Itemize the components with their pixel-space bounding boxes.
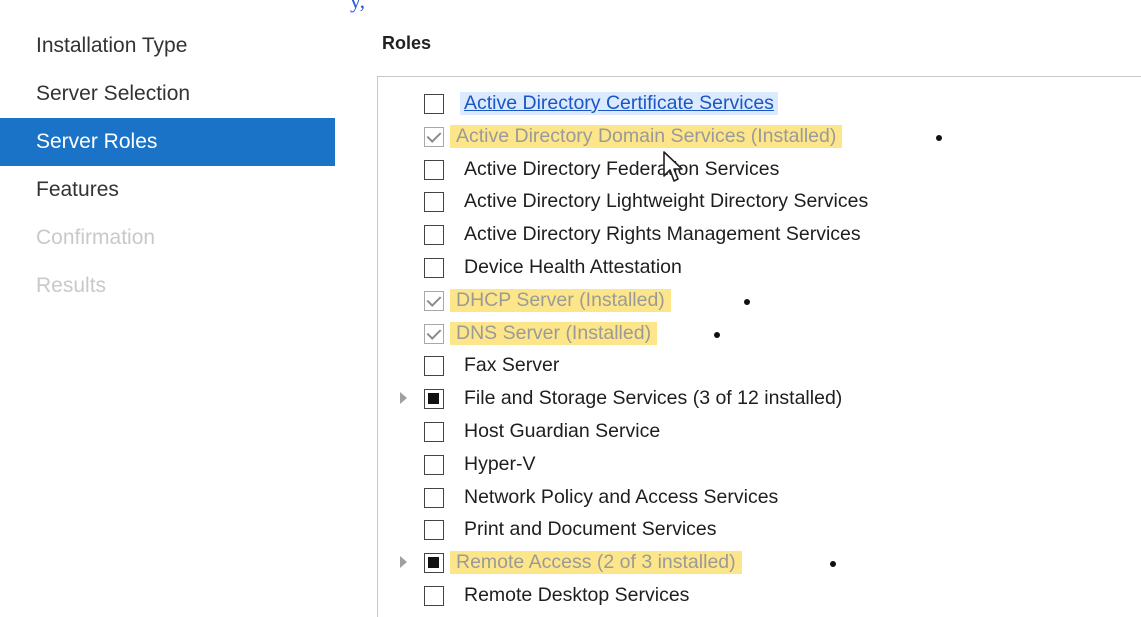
nav-item-results: Results xyxy=(36,274,107,297)
role-checkbox[interactable] xyxy=(424,258,444,278)
role-checkbox[interactable] xyxy=(424,520,444,541)
role-label: DNS Server (Installed) xyxy=(450,321,658,345)
nav-item-features[interactable]: Features xyxy=(0,166,335,214)
roles-list[interactable]: Active Directory Certificate Services Act… xyxy=(377,76,1141,617)
role-checkbox[interactable] xyxy=(424,126,444,147)
role-label: Active Directory Federation Services xyxy=(464,157,780,180)
role-row[interactable]: Network Policy and Access Services xyxy=(378,483,1138,513)
expand-arrow-icon[interactable] xyxy=(400,392,407,405)
role-label: Hyper-V xyxy=(464,452,536,475)
role-row[interactable]: Host Guardian Service xyxy=(378,417,1138,447)
role-checkbox[interactable] xyxy=(424,225,444,246)
annotation-dot xyxy=(714,331,720,338)
annotation-dot xyxy=(830,561,836,568)
wizard-nav: Installation Type Server Selection Serve… xyxy=(0,22,335,310)
role-row[interactable]: Active Directory Federation Services xyxy=(378,155,1138,185)
role-checkbox[interactable] xyxy=(424,454,444,475)
role-checkbox[interactable] xyxy=(424,389,444,410)
role-row[interactable]: Active Directory Rights Management Servi… xyxy=(378,220,1138,250)
role-row[interactable]: Fax Server xyxy=(378,351,1138,381)
role-label: Print and Document Services xyxy=(464,518,717,541)
annotation-dot xyxy=(744,298,750,305)
role-row[interactable]: Active Directory Lightweight Directory S… xyxy=(378,187,1138,217)
role-label: Network Policy and Access Services xyxy=(464,485,779,508)
role-label: Remote Desktop Services xyxy=(464,584,690,606)
role-checkbox[interactable] xyxy=(424,159,444,180)
role-label: Active Directory Lightweight Directory S… xyxy=(464,190,869,213)
role-label: DHCP Server (Installed) xyxy=(450,288,671,312)
role-checkbox[interactable] xyxy=(424,192,444,213)
nav-item-server-roles[interactable]: Server Roles xyxy=(0,118,335,166)
role-checkbox[interactable] xyxy=(424,586,444,606)
top-title-fragment: y, xyxy=(350,0,366,13)
role-checkbox[interactable] xyxy=(424,422,444,442)
role-row[interactable]: Active Directory Domain Services (Instal… xyxy=(378,122,1138,152)
role-label: Remote Access (2 of 3 installed) xyxy=(450,551,742,575)
role-row[interactable]: DNS Server (Installed) xyxy=(378,319,1138,349)
role-checkbox[interactable] xyxy=(424,356,444,377)
role-row[interactable]: Remote Desktop Services xyxy=(378,581,1138,611)
role-row[interactable]: File and Storage Services (3 of 12 insta… xyxy=(378,384,1138,414)
role-checkbox[interactable] xyxy=(424,323,444,344)
role-row[interactable]: DHCP Server (Installed) xyxy=(378,286,1138,316)
nav-item-confirmation: Confirmation xyxy=(36,226,156,249)
role-row[interactable]: Print and Document Services xyxy=(378,515,1138,545)
role-row[interactable]: Remote Access (2 of 3 installed) xyxy=(378,548,1138,578)
mouse-cursor-icon xyxy=(663,151,683,182)
annotation-dot xyxy=(936,134,942,141)
role-label: Fax Server xyxy=(464,354,560,377)
role-label: Active Directory Certificate Services xyxy=(460,92,778,115)
roles-heading: Roles xyxy=(382,33,432,53)
role-checkbox[interactable] xyxy=(424,553,444,574)
role-label: Device Health Attestation xyxy=(464,256,682,278)
role-label: File and Storage Services (3 of 12 insta… xyxy=(464,387,843,410)
role-checkbox[interactable] xyxy=(424,290,444,311)
role-checkbox[interactable] xyxy=(424,487,444,508)
role-label: Active Directory Domain Services (Instal… xyxy=(450,124,843,148)
nav-item-installation-type[interactable]: Installation Type xyxy=(0,22,335,70)
expand-arrow-icon[interactable] xyxy=(400,556,407,569)
nav-item-server-selection[interactable]: Server Selection xyxy=(0,70,335,118)
role-checkbox[interactable] xyxy=(424,94,444,114)
role-label: Active Directory Rights Management Servi… xyxy=(464,223,861,246)
role-row[interactable]: Active Directory Certificate Services xyxy=(378,89,1138,119)
role-row[interactable]: Device Health Attestation xyxy=(378,253,1138,283)
role-label: Host Guardian Service xyxy=(464,420,661,442)
role-row[interactable]: Hyper-V xyxy=(378,450,1138,480)
